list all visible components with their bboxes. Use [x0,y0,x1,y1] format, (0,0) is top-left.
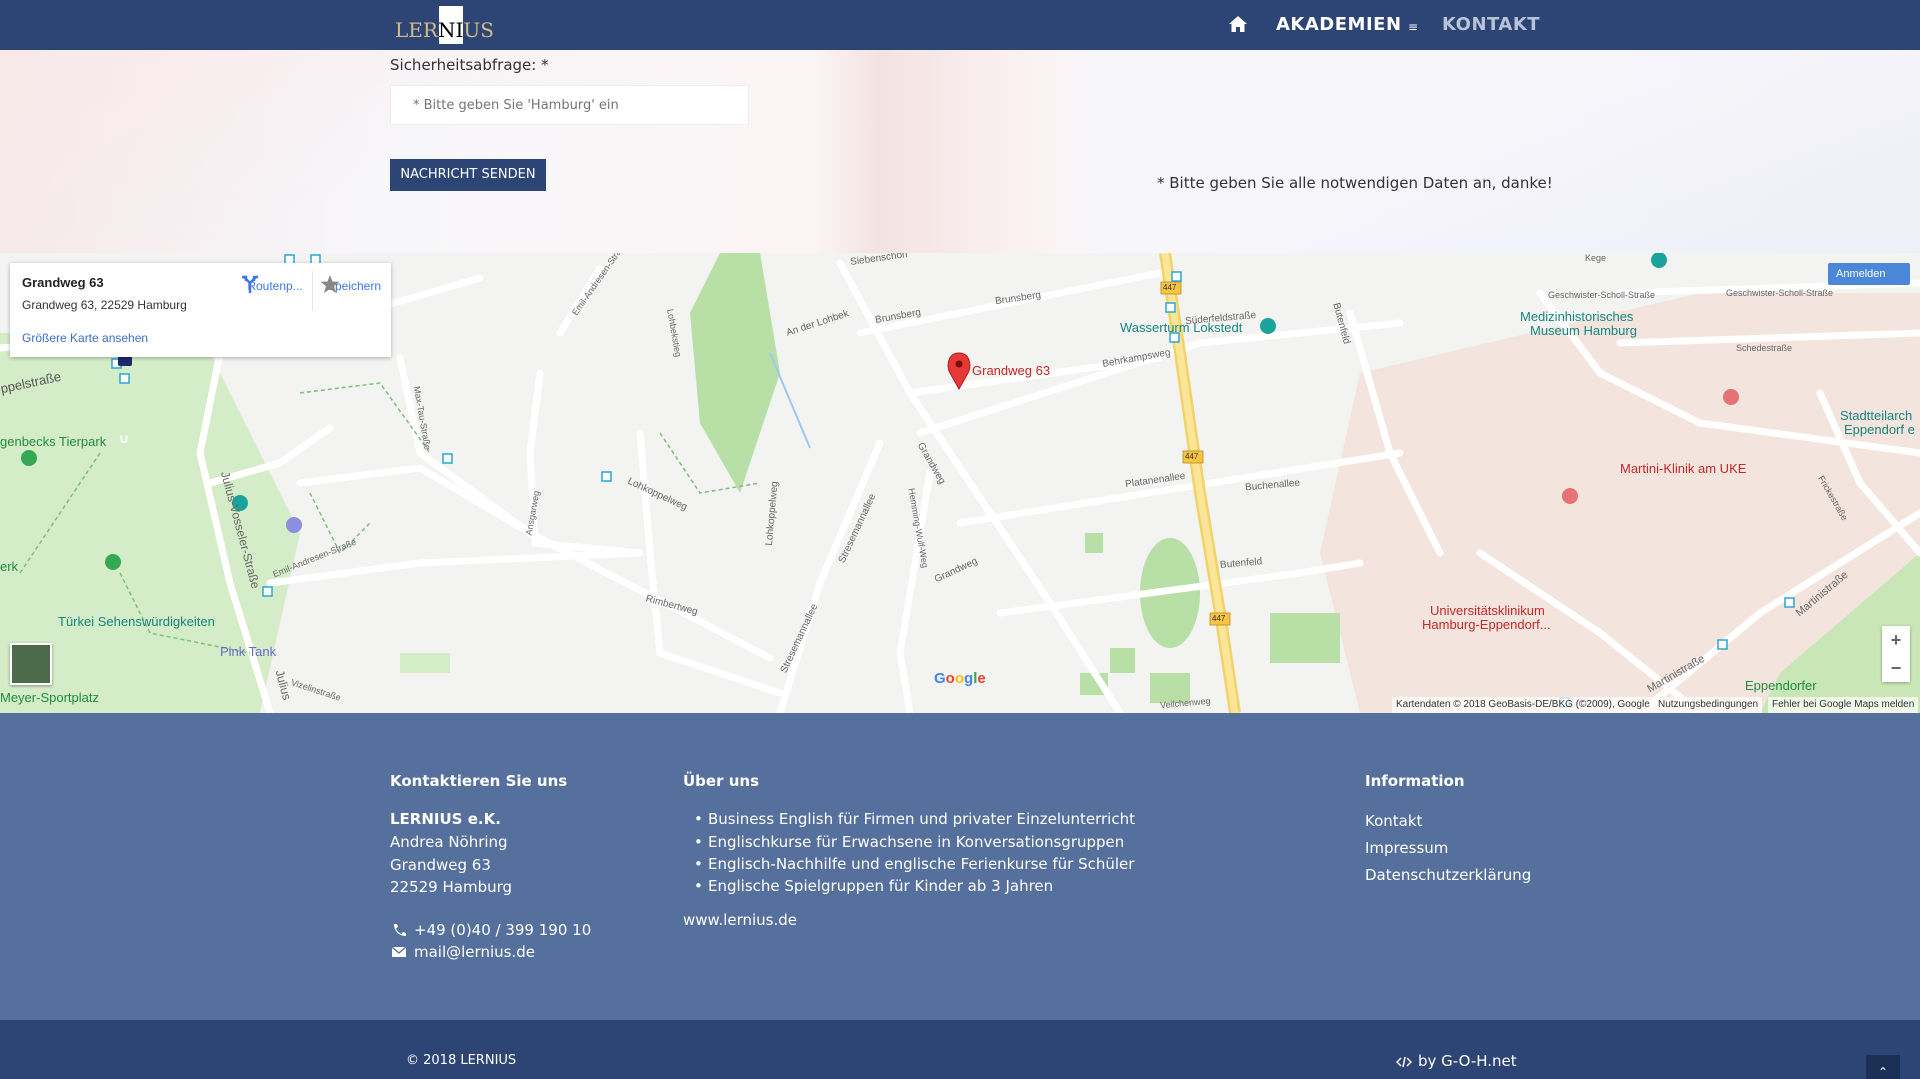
top-navigation: LERNIUS AKADEMIEN ≡ KONTAKT [0,0,1920,50]
required-fields-note: * Bitte geben Sie alle notwendigen Daten… [1157,174,1553,192]
home-icon[interactable] [1228,14,1248,34]
bottom-bar: © 2018 LERNIUS by G-O-H.net ⌃ [0,1020,1920,1079]
poi-pink-tank[interactable]: Pink Tank [220,644,276,659]
road-shield-label: 447 [1185,452,1199,461]
code-icon [1396,1056,1412,1068]
satellite-toggle[interactable] [10,643,52,685]
poi-medmuseum[interactable]: Medizinhistorisches [1520,309,1633,324]
scroll-to-top-button[interactable]: ⌃ [1866,1055,1900,1079]
poi-uke-line2[interactable]: Hamburg-Eppendorf... [1422,617,1551,632]
copyright: © 2018 LERNIUS [406,1053,517,1068]
poi-eppendorfer[interactable]: Eppendorfer [1745,678,1817,693]
lernius-logo[interactable]: LERNIUS [375,4,499,46]
footer: Kontaktieren Sie uns LERNIUS e.K. Andrea… [0,713,1920,1020]
poi-wasserturm-lokstedt[interactable]: Wasserturm Lokstedt [1120,320,1242,335]
directions-icon [242,275,258,293]
map-label: Schedestraße [1736,343,1793,353]
city-address: 22529 Hamburg [390,878,513,896]
street-address: Grandweg 63 [390,856,491,874]
map-label: Kege [1585,253,1607,263]
contact-person: Andrea Nöhring [390,833,508,851]
footer-link-kontakt[interactable]: Kontakt [1365,812,1422,830]
poi-stadtteilarchiv[interactable]: Stadtteilarch [1840,408,1912,423]
poi-tierpark[interactable]: genbecks Tierpark [0,434,106,449]
about-list-item: Englische Spielgruppen für Kinder ab 3 J… [694,877,1053,895]
zoom-out-button[interactable]: − [1882,654,1910,682]
subway-icon: U [120,434,128,446]
poi-uke[interactable]: Universitätsklinikum [1430,603,1545,618]
poi-martini-klinik[interactable]: Martini-Klinik am UKE [1620,461,1746,476]
zoom-control: + − [1882,626,1910,682]
marker-label[interactable]: Grandweg 63 [972,363,1050,378]
sign-in-button[interactable]: Anmelden [1828,263,1910,285]
about-list-item: Englischkurse für Erwachsene in Konversa… [694,833,1124,851]
poi-medmuseum-line2[interactable]: Museum Hamburg [1530,323,1637,338]
footer-information-heading: Information [1365,772,1465,790]
footer-link-datenschutz[interactable]: Datenschutzerklärung [1365,866,1531,884]
map-attribution: Kartendaten © 2018 GeoBasis-DE/BKG (©200… [1392,697,1654,713]
website-link[interactable]: www.lernius.de [683,911,797,929]
road-shield-label: 447 [1212,614,1226,623]
security-question-label: Sicherheitsabfrage: * [390,56,549,74]
map-label: Geschwister-Scholl-Straße [1548,290,1656,300]
terms-link[interactable]: Nutzungsbedingungen [1654,697,1763,713]
menu-icon[interactable]: ≡ [1408,20,1418,34]
company-name: LERNIUS e.K. [390,810,501,828]
road-shield-label: 447 [1163,283,1177,292]
footer-contact-heading: Kontaktieren Sie uns [390,772,568,790]
logo-text: LERNIUS [395,18,494,42]
nav-kontakt[interactable]: KONTAKT [1442,14,1540,35]
security-question-input[interactable] [390,85,749,125]
report-error-link[interactable]: Fehler bei Google Maps melden [1768,697,1919,713]
map-label: Geschwister-Scholl-Straße [1726,288,1834,298]
about-list-item: Business English für Firmen und privater… [694,810,1135,828]
google-logo: Google [934,670,986,687]
poi-label[interactable]: erk [0,559,18,574]
info-title: Grandweg 63 [22,275,104,290]
route-button[interactable]: Routenp... [240,275,310,293]
larger-map-link[interactable]: Größere Karte ansehen [22,331,148,345]
phone-icon [394,924,406,936]
poi-stadtteilarchiv-line2[interactable]: Eppendorf e [1844,422,1915,437]
star-icon [320,275,340,293]
zoom-in-button[interactable]: + [1882,626,1910,654]
background-flag-pattern [0,50,1920,253]
google-map[interactable]: Siebenschon Emil-Andresen-Straße Emil-An… [0,253,1920,713]
poi-tuerkei[interactable]: Türkei Sehenswürdigkeiten [58,614,215,629]
email-link[interactable]: mail@lernius.de [414,943,535,961]
map-attribution-bar: Kartendaten © 2018 GeoBasis-DE/BKG (©200… [0,697,1920,713]
footer-link-impressum[interactable]: Impressum [1365,839,1448,857]
footer-about-heading: Über uns [683,772,759,790]
divider [312,271,313,311]
save-button[interactable]: Speichern [320,275,388,293]
map-info-window: Grandweg 63 Grandweg 63, 22529 Hamburg R… [10,263,391,357]
mail-icon [391,946,407,957]
info-address: Grandweg 63, 22529 Hamburg [22,298,187,312]
about-list-item: Englisch-Nachhilfe und englische Ferienk… [694,855,1134,873]
nav-akademien[interactable]: AKADEMIEN [1276,14,1402,35]
phone-number[interactable]: +49 (0)40 / 399 190 10 [414,921,591,939]
send-message-button[interactable]: NACHRICHT SENDEN [390,159,546,191]
contact-form-section: Sicherheitsabfrage: * NACHRICHT SENDEN *… [0,50,1920,253]
byline[interactable]: by G-O-H.net [1418,1052,1517,1070]
